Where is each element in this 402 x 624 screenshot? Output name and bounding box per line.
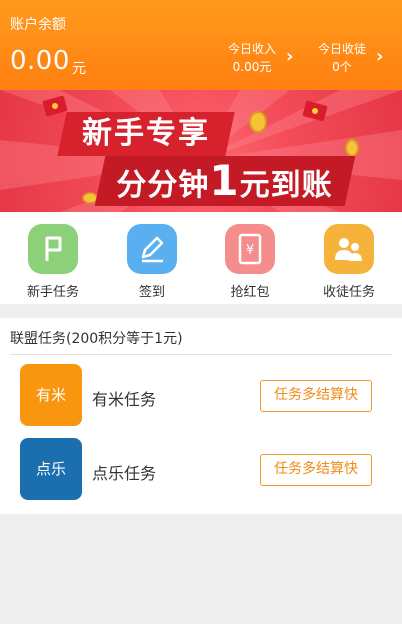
red-envelope-decoration-icon <box>302 100 328 122</box>
today-recruit-value: 0个 <box>332 60 352 74</box>
recruit-task-label: 收徒任务 <box>322 285 375 300</box>
gold-coin-icon <box>345 139 359 157</box>
people-icon <box>324 224 374 274</box>
alliance-tasks-section: 联盟任务(200积分等于1元) 有米 有米任务 任务多结算快 点乐 点乐任务 任… <box>0 318 402 514</box>
banner-headline: 新手专享 <box>57 112 235 156</box>
chevron-right-icon: › <box>376 46 384 67</box>
pencil-icon <box>127 224 177 274</box>
check-in-label: 签到 <box>138 285 165 300</box>
check-in-button[interactable]: 签到 <box>112 224 192 300</box>
dianle-task-name: 点乐任务 <box>92 464 157 483</box>
newbie-task-button[interactable]: 新手任务 <box>13 224 93 300</box>
balance-label: 账户余额 <box>10 17 66 33</box>
banner-line2-number: 1 <box>209 156 240 205</box>
newbie-task-label: 新手任务 <box>26 285 79 300</box>
today-recruit-label: 今日收徒 <box>317 42 366 56</box>
dianle-logo: 点乐 <box>20 438 82 500</box>
red-envelope-icon-text: ¥ <box>246 243 254 258</box>
balance-amount: 0.00 <box>10 46 70 76</box>
section-title: 联盟任务(200积分等于1元) <box>10 331 183 347</box>
today-income-value: 0.00元 <box>232 60 272 74</box>
youmi-task-button[interactable]: 任务多结算快 <box>260 380 372 412</box>
today-income-stat[interactable]: 今日收入 0.00元 › <box>222 40 293 76</box>
recruit-task-button[interactable]: 收徒任务 <box>309 224 389 300</box>
balance-unit: 元 <box>72 61 86 77</box>
divider <box>10 354 392 355</box>
today-income-label: 今日收入 <box>227 42 276 56</box>
grab-red-envelope-button[interactable]: ¥ 抢红包 <box>210 224 290 300</box>
youmi-task-name: 有米任务 <box>92 390 157 409</box>
promo-banner[interactable]: 新手专享 分分钟1元到账 <box>0 90 402 212</box>
gold-coin-icon <box>249 111 267 133</box>
today-recruit-stat[interactable]: 今日收徒 0个 › <box>312 40 383 76</box>
flag-icon <box>28 224 78 274</box>
chevron-right-icon: › <box>286 46 294 67</box>
banner-line2-suffix: 元到账 <box>239 168 333 203</box>
account-header: 账户余额 0.00 元 今日收入 0.00元 › 今日收徒 0个 › <box>0 0 402 90</box>
red-envelope-icon: ¥ <box>225 224 275 274</box>
quick-actions: 新手任务 签到 ¥ 抢红包 收徒任务 <box>0 212 402 304</box>
banner-line2-prefix: 分分钟 <box>116 168 210 203</box>
youmi-logo: 有米 <box>20 364 82 426</box>
banner-subheadline: 分分钟1元到账 <box>94 156 356 206</box>
dianle-task-button[interactable]: 任务多结算快 <box>260 454 372 486</box>
grab-red-envelope-label: 抢红包 <box>230 285 270 300</box>
